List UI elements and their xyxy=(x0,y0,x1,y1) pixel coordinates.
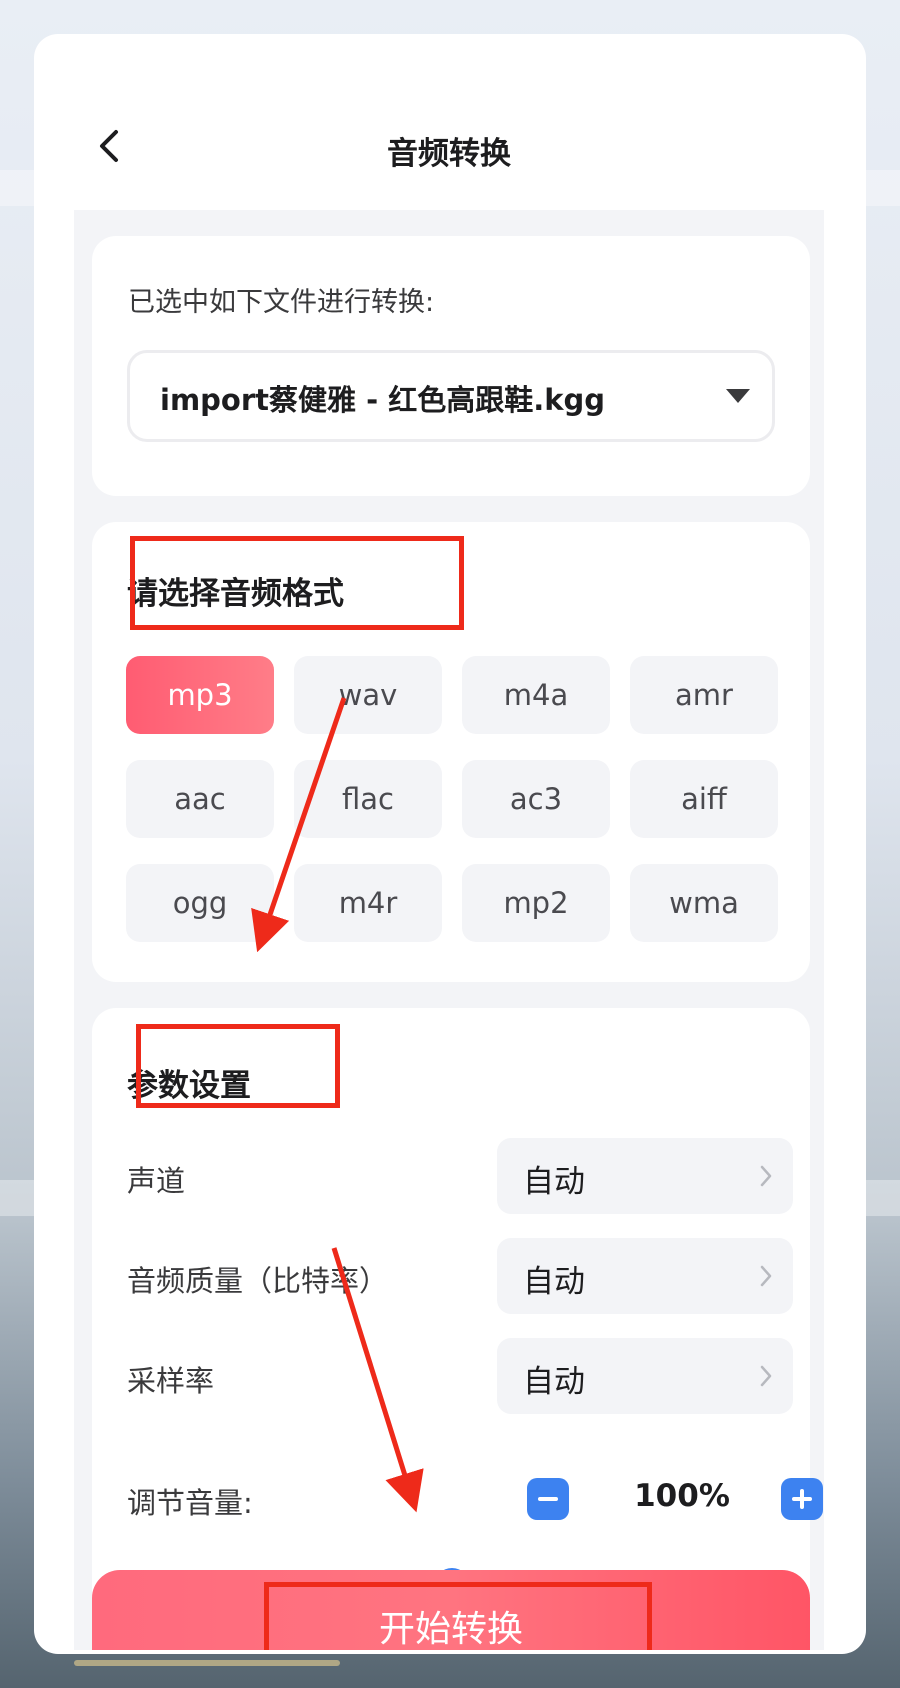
annotation-arrow-2 xyxy=(331,1247,424,1513)
annotation-arrows xyxy=(251,697,424,1513)
annotation-arrow-1 xyxy=(251,697,347,953)
screenshot-frame: 音频转换 已选中如下文件进行转换: import蔡健雅 - 红色高跟鞋.kgg … xyxy=(34,34,866,1654)
home-indicator xyxy=(74,1660,340,1666)
app-screen: 音频转换 已选中如下文件进行转换: import蔡健雅 - 红色高跟鞋.kgg … xyxy=(74,70,824,1650)
